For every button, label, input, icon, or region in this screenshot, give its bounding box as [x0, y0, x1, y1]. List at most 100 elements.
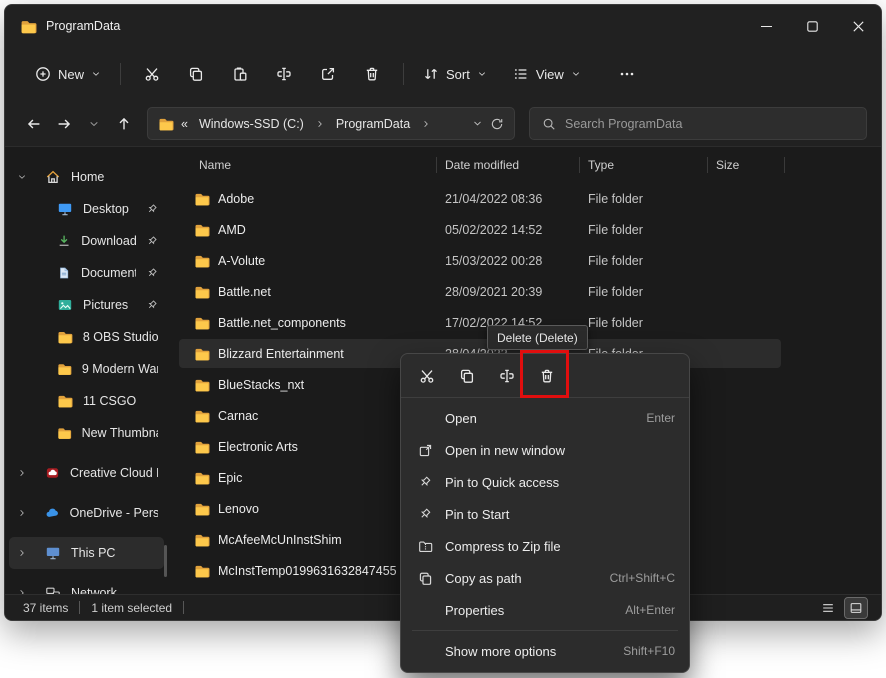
minimize-button[interactable]: [743, 5, 789, 47]
folder-icon: [195, 534, 210, 546]
menu-item-show-more-options[interactable]: Show more options Shift+F10: [406, 635, 684, 667]
search-input[interactable]: [565, 116, 854, 131]
file-row[interactable]: A-Volute 15/03/2022 00:28 File folder: [168, 245, 881, 276]
sidebar-item-obs-studio[interactable]: 8 OBS Studio: [9, 321, 164, 353]
command-bar: New Sort View: [5, 47, 881, 101]
folder-icon: [21, 20, 37, 33]
this-pc-icon: [46, 547, 60, 560]
rename-button[interactable]: [262, 56, 306, 92]
column-divider[interactable]: [436, 157, 437, 173]
maximize-button[interactable]: [789, 5, 835, 47]
more-options-button[interactable]: [605, 56, 649, 92]
forward-button[interactable]: [49, 109, 79, 139]
folder-icon: [58, 395, 73, 408]
file-row[interactable]: Battle.net 28/09/2021 20:39 File folder: [168, 276, 881, 307]
cut-icon: [420, 369, 434, 383]
copy-path-icon: [415, 571, 435, 586]
large-icons-view-button[interactable]: [844, 596, 868, 619]
sidebar-scrollbar[interactable]: [164, 545, 167, 577]
document-icon: [60, 267, 69, 279]
sort-button[interactable]: Sort: [413, 56, 497, 92]
recent-locations-button[interactable]: [79, 109, 109, 139]
column-divider[interactable]: [579, 157, 580, 173]
monitor-icon: [58, 203, 72, 216]
sidebar-item-modern-warfare[interactable]: 9 Modern Warf: [9, 353, 164, 385]
refresh-button[interactable]: [490, 117, 504, 131]
sidebar-item-documents[interactable]: Documents: [9, 257, 164, 289]
folder-icon: [195, 503, 210, 515]
sidebar-item-new-thumbnail[interactable]: New Thumbnai: [9, 417, 164, 449]
pin-icon: [415, 507, 435, 521]
menu-item-open-new-window[interactable]: Open in new window: [406, 434, 684, 466]
chevron-down-icon: [90, 121, 98, 126]
cut-button[interactable]: [130, 56, 174, 92]
details-view-button[interactable]: [817, 598, 839, 618]
breadcrumb-overflow[interactable]: «: [181, 117, 188, 131]
back-button[interactable]: [19, 109, 49, 139]
delete-button[interactable]: [350, 56, 394, 92]
view-button[interactable]: View: [503, 56, 591, 92]
chevron-right-icon[interactable]: [17, 468, 27, 478]
delete-tooltip: Delete (Delete): [487, 325, 588, 350]
new-button[interactable]: New: [25, 56, 111, 92]
folder-icon: [195, 472, 210, 484]
chevron-right-icon: [421, 119, 431, 129]
picture-icon: [58, 300, 72, 310]
column-divider[interactable]: [784, 157, 785, 173]
pin-icon: [415, 475, 435, 489]
sidebar-item-desktop[interactable]: Desktop: [9, 193, 164, 225]
chevron-right-icon[interactable]: [17, 548, 27, 558]
chevron-down-icon[interactable]: [17, 172, 27, 182]
file-row[interactable]: AMD 05/02/2022 14:52 File folder: [168, 214, 881, 245]
breadcrumb-current[interactable]: ProgramData: [332, 115, 414, 133]
sidebar-item-this-pc[interactable]: This PC: [9, 537, 164, 569]
menu-item-open[interactable]: Open Enter: [406, 402, 684, 434]
sidebar-item-creative-cloud[interactable]: Creative Cloud F: [9, 457, 164, 489]
folder-icon: [195, 255, 210, 267]
chevron-down-icon: [572, 72, 579, 76]
menu-item-copy-as-path[interactable]: Copy as path Ctrl+Shift+C: [406, 562, 684, 594]
search-box[interactable]: [529, 107, 867, 140]
folder-icon: [195, 193, 210, 205]
menu-item-properties[interactable]: Properties Alt+Enter: [406, 594, 684, 626]
address-dropdown-button[interactable]: [472, 118, 483, 129]
cut-button[interactable]: [407, 359, 447, 393]
column-header-name[interactable]: Name: [168, 158, 436, 172]
pin-icon: [146, 299, 158, 311]
folder-icon: [58, 364, 72, 375]
column-header-date[interactable]: Date modified: [436, 158, 579, 172]
context-menu: Open Enter Open in new window Pin to Qui…: [400, 353, 690, 673]
copy-button[interactable]: [174, 56, 218, 92]
folder-icon: [195, 348, 210, 360]
selection-count: 1 item selected: [91, 600, 173, 615]
chevron-right-icon[interactable]: [17, 508, 27, 518]
refresh-icon: [491, 118, 503, 129]
chevron-down-icon: [92, 72, 100, 76]
paste-button[interactable]: [218, 56, 262, 92]
chevron-down-icon: [478, 72, 486, 76]
menu-item-compress-zip[interactable]: Compress to Zip file: [406, 530, 684, 562]
up-button[interactable]: [109, 109, 139, 139]
file-row[interactable]: Adobe 21/04/2022 08:36 File folder: [168, 183, 881, 214]
breadcrumb-drive[interactable]: Windows-SSD (C:): [195, 115, 308, 133]
column-header-type[interactable]: Type: [579, 158, 707, 172]
menu-item-pin-start[interactable]: Pin to Start: [406, 498, 684, 530]
sidebar-item-home[interactable]: Home: [9, 161, 164, 193]
breadcrumb[interactable]: « Windows-SSD (C:) ProgramData: [147, 107, 515, 140]
sidebar-item-csgo[interactable]: 11 CSGO: [9, 385, 164, 417]
sidebar-item-pictures[interactable]: Pictures: [9, 289, 164, 321]
share-button[interactable]: [306, 56, 350, 92]
menu-item-pin-quick-access[interactable]: Pin to Quick access: [406, 466, 684, 498]
column-header-size[interactable]: Size: [707, 158, 784, 172]
copy-button[interactable]: [447, 359, 487, 393]
ellipsis-icon: [620, 72, 634, 76]
pin-icon: [146, 203, 158, 215]
address-bar: « Windows-SSD (C:) ProgramData: [5, 101, 881, 147]
folder-icon: [195, 224, 210, 236]
close-button[interactable]: [835, 5, 881, 47]
screen: ProgramData New Sort View « Windows-SSD …: [0, 0, 886, 678]
column-divider[interactable]: [707, 157, 708, 173]
sidebar-item-onedrive[interactable]: OneDrive - Perso: [9, 497, 164, 529]
sidebar-item-downloads[interactable]: Downloads: [9, 225, 164, 257]
search-icon: [543, 118, 555, 130]
